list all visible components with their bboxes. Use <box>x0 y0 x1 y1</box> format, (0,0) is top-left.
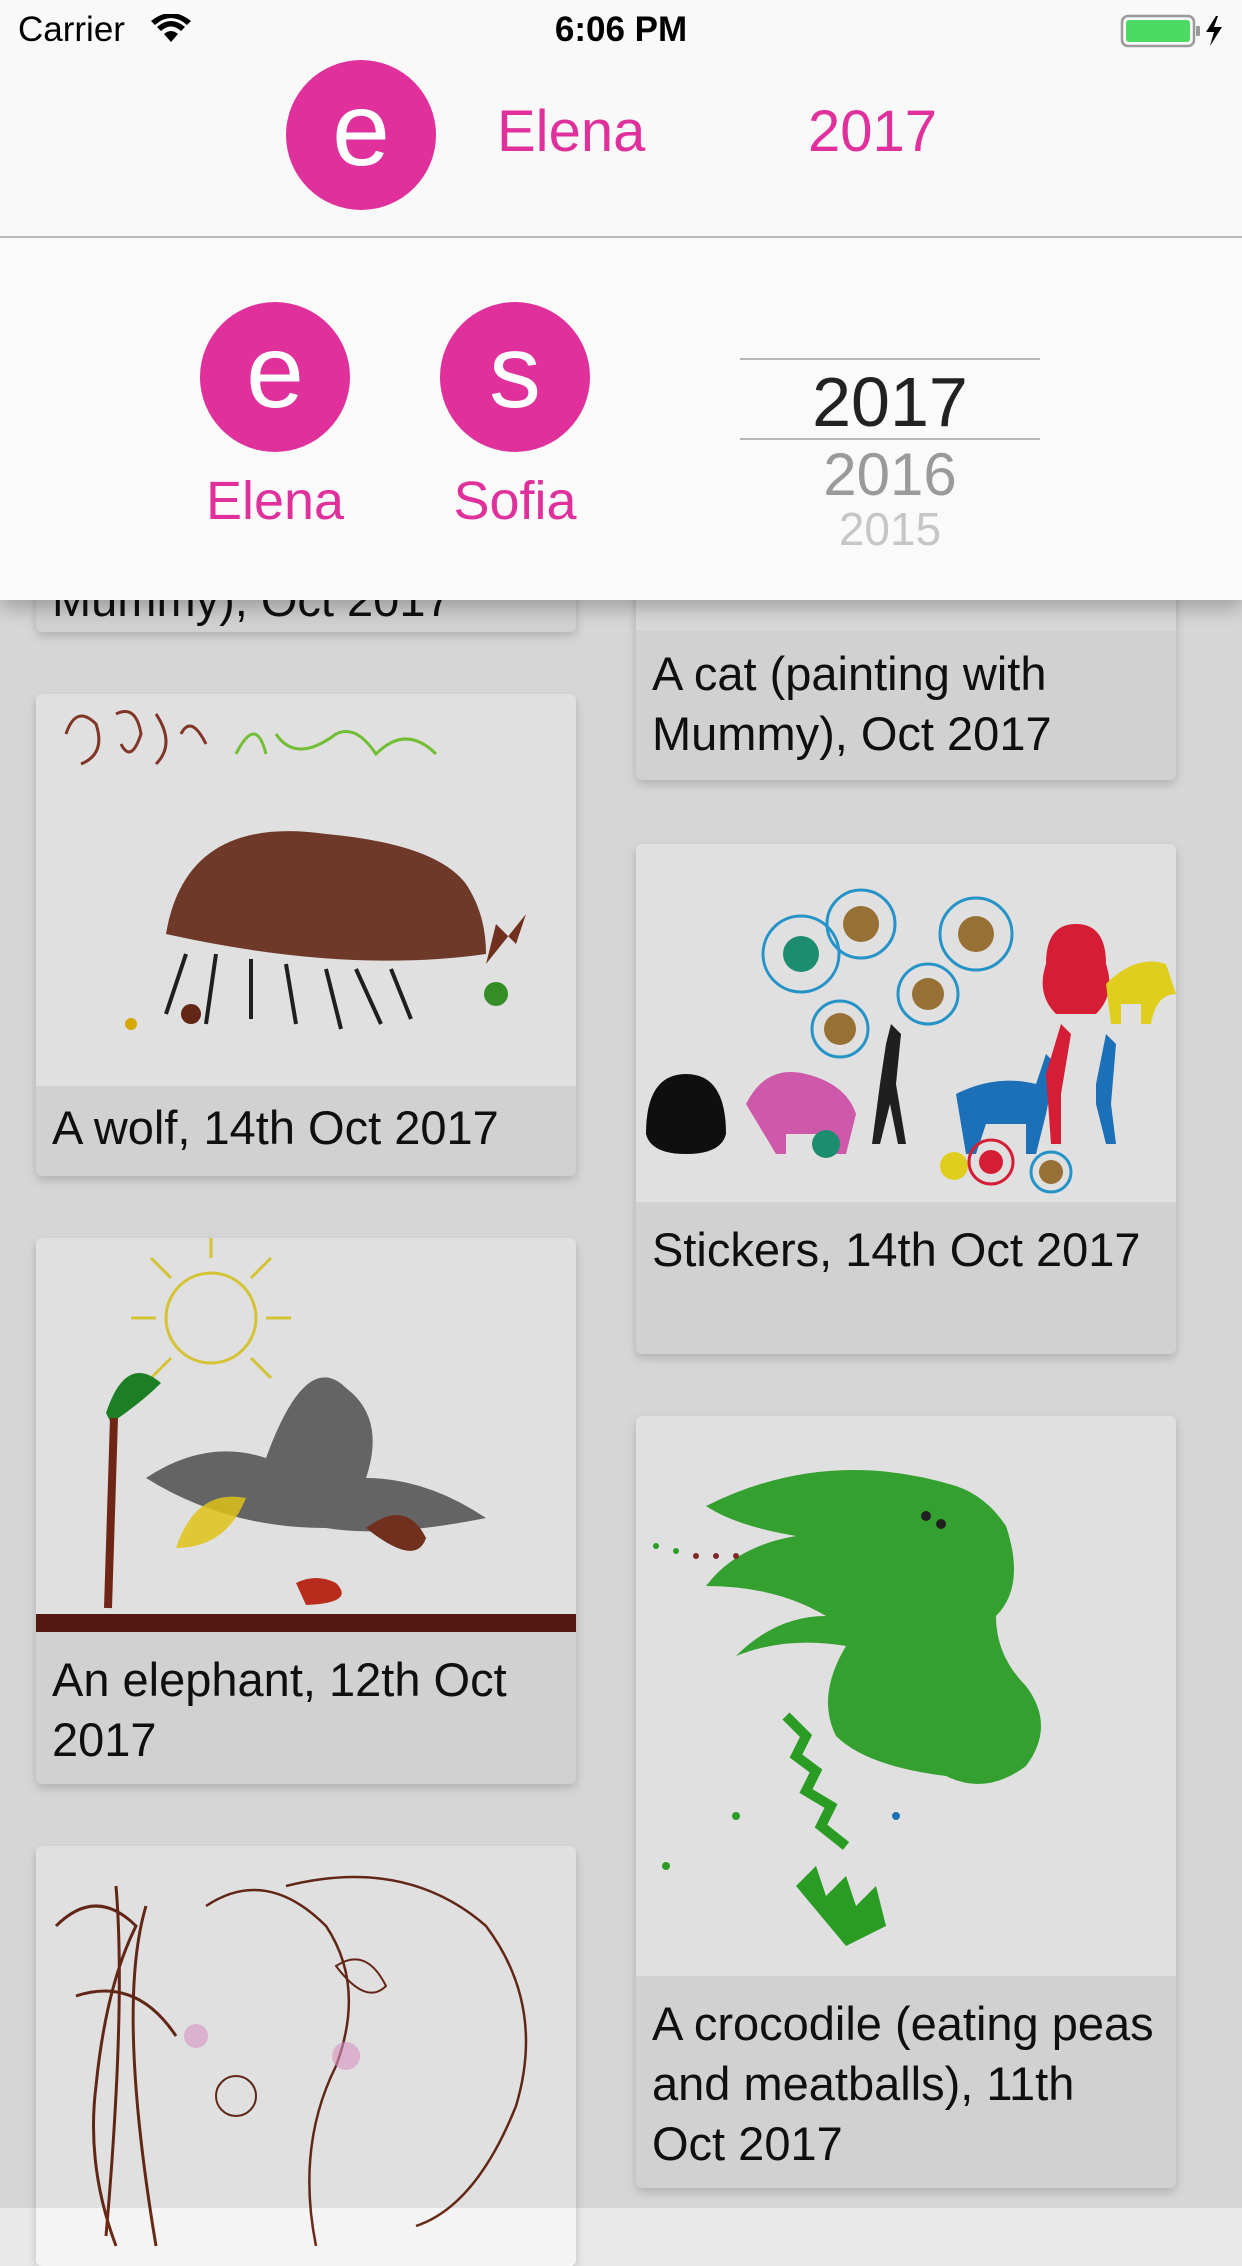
current-child-name[interactable]: Elena <box>497 98 645 165</box>
child-option-elena[interactable]: e Elena <box>180 302 370 532</box>
year-picker[interactable]: 2017 2016 2015 <box>740 358 1040 608</box>
current-year[interactable]: 2017 <box>808 98 937 165</box>
picker-year-selected[interactable]: 2017 <box>740 362 1040 442</box>
status-time: 6:06 PM <box>554 10 688 49</box>
battery-icon <box>1120 14 1230 53</box>
picker-year-option[interactable]: 2015 <box>740 502 1040 546</box>
app-header: e Elena 2017 <box>0 60 1242 238</box>
child-label-elena[interactable]: Elena <box>180 470 370 532</box>
child-option-sofia[interactable]: s Sofia <box>420 302 610 532</box>
status-bar: Carrier 6:06 PM <box>0 0 1242 60</box>
current-child-avatar[interactable]: e <box>286 60 436 210</box>
child-avatar-elena[interactable]: e <box>200 302 350 452</box>
child-label-sofia[interactable]: Sofia <box>420 470 610 532</box>
picker-year-option[interactable]: 2016 <box>740 440 1040 509</box>
child-year-selector-panel: e Elena s Sofia 2017 2016 2015 <box>0 238 1242 600</box>
child-avatar-sofia[interactable]: s <box>440 302 590 452</box>
picker-top-divider <box>740 358 1040 360</box>
